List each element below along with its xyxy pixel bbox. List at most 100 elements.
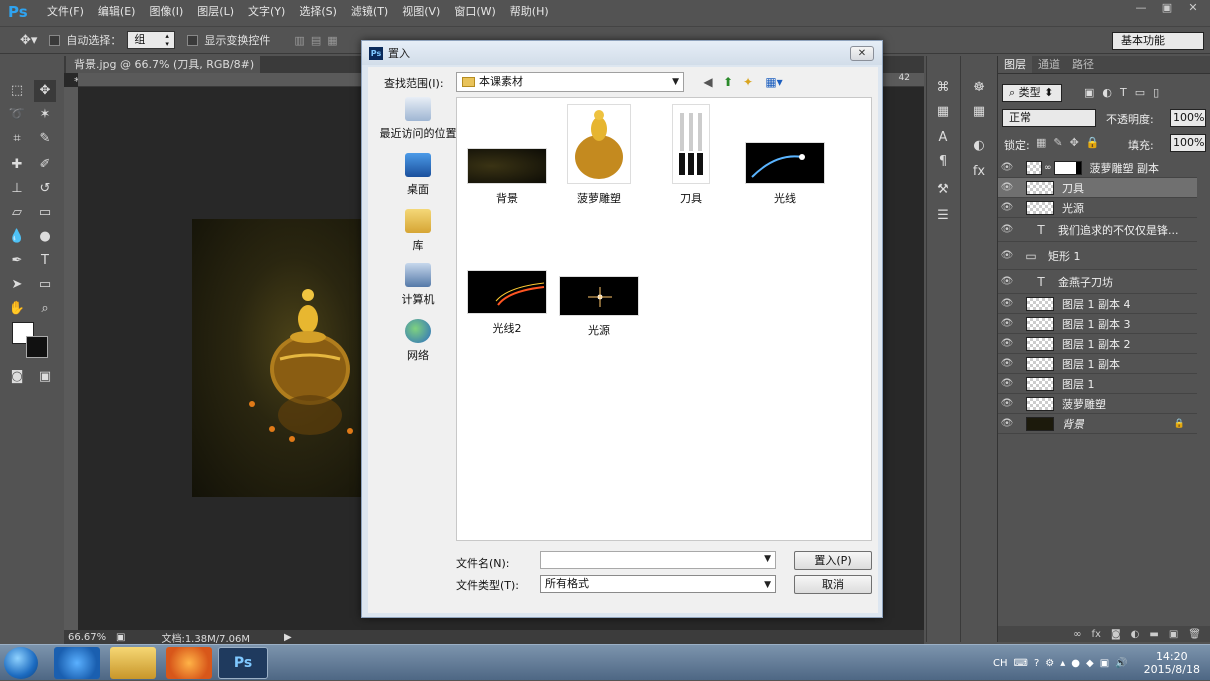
visibility-eye-icon[interactable]: 👁: [998, 224, 1016, 235]
screen-mode-icon[interactable]: ▣: [34, 366, 56, 388]
close-button[interactable]: ✕: [1180, 0, 1206, 16]
restore-button[interactable]: ▣: [1154, 0, 1180, 16]
clock[interactable]: 14:20 2015/8/18: [1144, 650, 1200, 676]
layer-style-icon[interactable]: fx: [1092, 629, 1101, 640]
fill-input[interactable]: 100%: [1170, 134, 1206, 152]
security-icon[interactable]: ◆: [1086, 658, 1094, 669]
hand-tool-icon[interactable]: ✋: [6, 298, 28, 320]
blur-tool-icon[interactable]: 💧: [6, 226, 28, 248]
auto-select-dropdown[interactable]: 组: [127, 31, 176, 49]
menu-layer[interactable]: 图层(L): [190, 0, 241, 24]
visibility-eye-icon[interactable]: 👁: [998, 202, 1016, 213]
back-icon[interactable]: ◀: [700, 74, 716, 90]
visibility-eye-icon[interactable]: 👁: [998, 418, 1016, 429]
layer-row[interactable]: 👁 图层 1 副本 4: [998, 294, 1197, 314]
layer-filter-icons[interactable]: ▣◐T▭▯: [1084, 86, 1167, 99]
history-brush-icon[interactable]: ↺: [34, 178, 56, 200]
keyboard-icon[interactable]: ⌨: [1014, 658, 1028, 669]
layer-filter-kind-dropdown[interactable]: ⌕ 类型 ⬍: [1002, 84, 1062, 102]
blend-mode-dropdown[interactable]: 正常: [1002, 109, 1096, 127]
file-item[interactable]: 背景: [461, 148, 553, 206]
up-folder-icon[interactable]: ⬆: [720, 74, 736, 90]
language-indicator[interactable]: CH: [993, 658, 1008, 669]
path-select-icon[interactable]: ➤: [6, 274, 28, 296]
menu-window[interactable]: 窗口(W): [447, 0, 502, 24]
layer-row[interactable]: 👁 背景 🔒: [998, 414, 1197, 434]
swatches-panel-icon[interactable]: ▦: [968, 102, 990, 122]
cancel-button[interactable]: 取消: [794, 575, 872, 594]
visibility-eye-icon[interactable]: 👁: [998, 378, 1016, 389]
visibility-eye-icon[interactable]: 👁: [998, 338, 1016, 349]
network-icon[interactable]: ▣: [1100, 658, 1109, 669]
adjustments-panel-icon[interactable]: ◐: [968, 136, 990, 156]
view-menu-icon[interactable]: ▦▾: [762, 74, 786, 90]
new-layer-icon[interactable]: ▣: [1169, 629, 1178, 640]
workspace-dropdown[interactable]: 基本功能: [1112, 32, 1204, 50]
visibility-eye-icon[interactable]: 👁: [998, 182, 1016, 193]
zoom-tool-icon[interactable]: ⌕: [34, 298, 56, 320]
delete-layer-icon[interactable]: 🗑: [1188, 629, 1201, 640]
menu-filter[interactable]: 滤镜(T): [344, 0, 395, 24]
menu-image[interactable]: 图像(I): [142, 0, 190, 24]
character-panel-icon[interactable]: A: [932, 128, 954, 148]
photoshop-taskbar-icon[interactable]: Ps: [218, 647, 268, 679]
file-explorer-icon[interactable]: [110, 647, 156, 679]
type-tool-icon[interactable]: T: [34, 250, 56, 272]
history-panel-icon[interactable]: ⌘: [932, 78, 954, 98]
crop-tool-icon[interactable]: ⌗: [6, 128, 28, 150]
place-button[interactable]: 置入(P): [794, 551, 872, 570]
visibility-eye-icon[interactable]: 👁: [998, 298, 1016, 309]
layer-row[interactable]: 👁 图层 1 副本: [998, 354, 1197, 374]
visibility-eye-icon[interactable]: 👁: [998, 398, 1016, 409]
move-tool-icon[interactable]: ✥▾: [20, 33, 37, 48]
status-menu-arrow-icon[interactable]: ▶: [284, 632, 292, 643]
visibility-eye-icon[interactable]: 👁: [998, 276, 1016, 287]
layer-row[interactable]: 👁 图层 1 副本 2: [998, 334, 1197, 354]
paragraph-panel-icon[interactable]: ¶: [932, 152, 954, 172]
dodge-tool-icon[interactable]: ●: [34, 226, 56, 248]
layer-row[interactable]: 👁 图层 1: [998, 374, 1197, 394]
eyedropper-icon[interactable]: ✎: [34, 128, 56, 150]
new-folder-icon[interactable]: ✦: [740, 74, 756, 90]
link-layers-icon[interactable]: ∞: [1073, 629, 1081, 640]
look-in-dropdown[interactable]: 本课素材 ▼: [456, 72, 684, 92]
stamp-tool-icon[interactable]: ⊥: [6, 178, 28, 200]
place-computer[interactable]: 计算机: [374, 263, 462, 307]
place-desktop[interactable]: 桌面: [374, 153, 462, 197]
properties-panel-icon[interactable]: ☰: [932, 206, 954, 226]
new-group-icon[interactable]: ▬: [1149, 629, 1158, 640]
magic-wand-icon[interactable]: ✶: [34, 104, 56, 126]
chevron-down-icon[interactable]: ▼: [764, 554, 771, 564]
help-icon[interactable]: ?: [1034, 658, 1039, 669]
place-library[interactable]: 库: [374, 209, 462, 253]
menu-select[interactable]: 选择(S): [292, 0, 344, 24]
marquee-tool-icon[interactable]: ⬚: [6, 80, 28, 102]
align-icons[interactable]: ▥▤▦: [294, 34, 343, 47]
add-mask-icon[interactable]: ◙: [1111, 629, 1121, 640]
layer-row[interactable]: 👁 光源: [998, 198, 1197, 218]
start-button[interactable]: [4, 647, 38, 679]
filetype-dropdown[interactable]: 所有格式 ▼: [540, 575, 776, 593]
pen-tool-icon[interactable]: ✒: [6, 250, 28, 272]
styles-panel-icon[interactable]: fx: [968, 162, 990, 182]
settings-icon[interactable]: ⚙: [1045, 658, 1054, 669]
visibility-eye-icon[interactable]: 👁: [998, 358, 1016, 369]
layer-row[interactable]: 👁 ∞ 菠萝雕塑 副本: [998, 158, 1197, 178]
visibility-eye-icon[interactable]: 👁: [998, 162, 1016, 173]
layer-comps-icon[interactable]: ▦: [932, 102, 954, 122]
layer-row[interactable]: 👁 图层 1 副本 3: [998, 314, 1197, 334]
menu-file[interactable]: 文件(F): [40, 0, 91, 24]
document-tab[interactable]: 背景.jpg @ 66.7% (刀具, RGB/8#) * ✕: [66, 56, 260, 88]
ie-browser-icon[interactable]: [54, 647, 100, 679]
place-network[interactable]: 网络: [374, 319, 462, 363]
background-color-swatch[interactable]: [26, 336, 48, 358]
auto-select-checkbox[interactable]: [49, 34, 61, 46]
healing-brush-icon[interactable]: ✚: [6, 154, 28, 176]
layer-row[interactable]: 👁 刀具: [998, 178, 1197, 198]
tab-paths[interactable]: 路径: [1066, 56, 1100, 73]
file-item[interactable]: 菠萝雕塑: [553, 104, 645, 206]
volume-icon[interactable]: 🔊: [1115, 658, 1127, 669]
file-item[interactable]: 光线: [739, 142, 831, 206]
adjustment-layer-icon[interactable]: ◐: [1131, 629, 1140, 640]
opacity-input[interactable]: 100%: [1170, 109, 1206, 127]
